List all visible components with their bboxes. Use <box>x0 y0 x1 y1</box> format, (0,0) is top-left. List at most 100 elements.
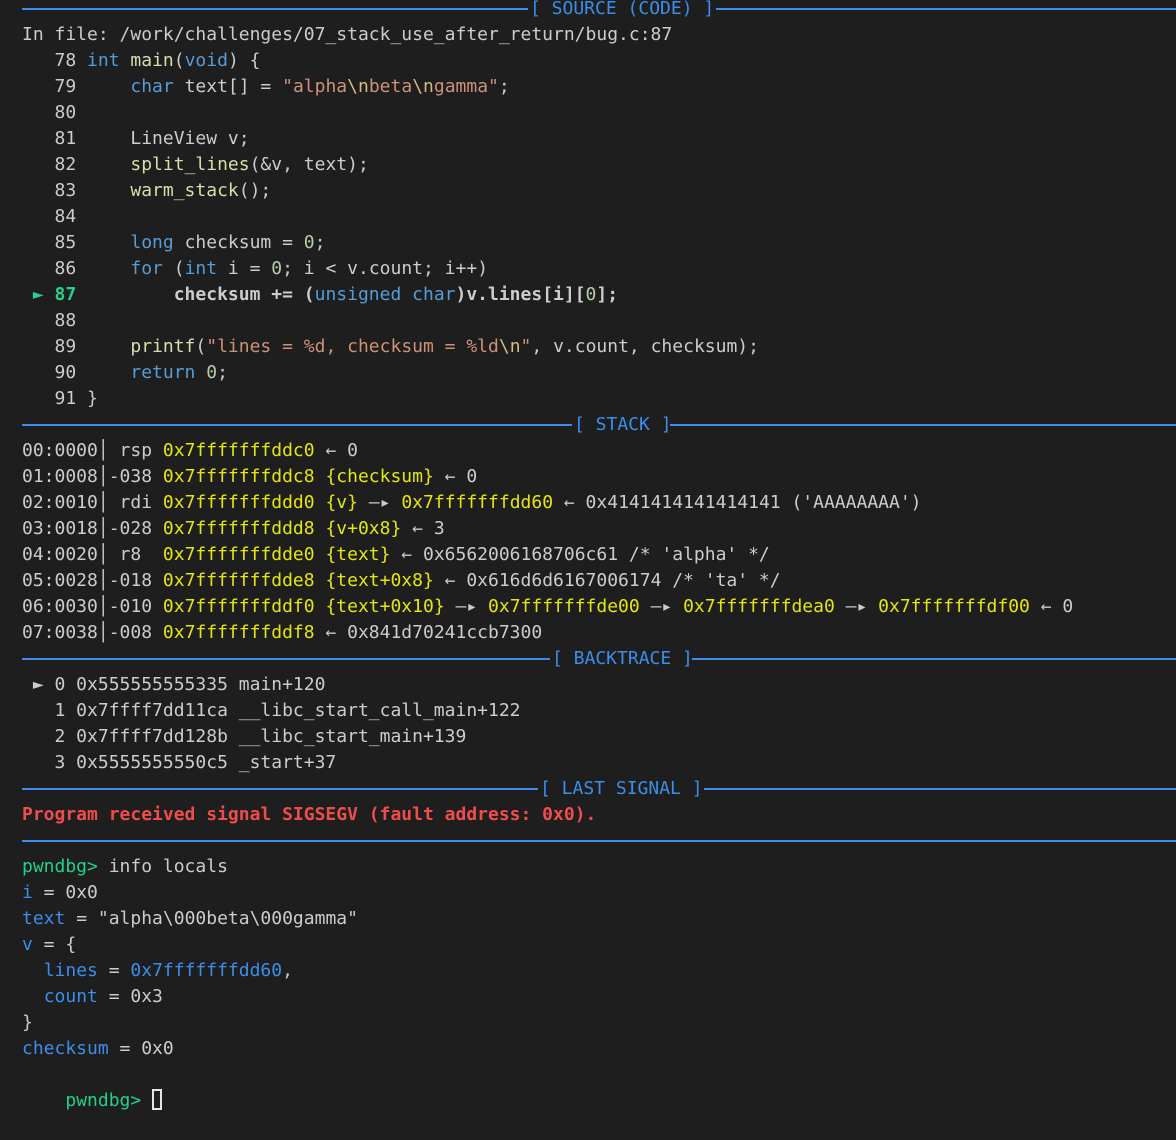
code-token: checksum = <box>173 232 304 253</box>
stack-token: ← 0 <box>314 440 358 461</box>
code-token: int <box>184 258 218 279</box>
stack-token: —▸ <box>357 492 402 513</box>
console-token: } <box>22 1012 33 1033</box>
code-token: long <box>130 232 174 253</box>
code-token: , v.count, checksum); <box>531 336 759 357</box>
code-token: ► 87 <box>22 284 174 305</box>
backtrace-section-title: [ BACKTRACE ] <box>552 648 693 669</box>
source-line: 85 long checksum = 0; <box>22 230 326 256</box>
signal-message: Program received signal SIGSEGV (fault a… <box>22 804 597 825</box>
code-token: int <box>87 50 120 71</box>
separator-rule-right <box>692 658 1176 660</box>
stack-entry: 03:0018│-028 0x7fffffffddd8 {v+0x8} ← 3 <box>22 516 445 542</box>
code-token: for <box>130 258 163 279</box>
command-prompt-line[interactable]: pwndbg> <box>22 1062 163 1111</box>
code-token: ; i < v.count; i++) <box>282 258 489 279</box>
stack-token: 0x7fffffffdde0 {text} <box>162 544 391 565</box>
console-token: = { <box>32 934 77 955</box>
code-token: 85 <box>22 232 131 253</box>
stack-token: —▸ <box>834 596 879 617</box>
code-token: \n <box>498 336 521 357</box>
source-section-header: [ SOURCE (CODE) ] <box>0 0 1176 22</box>
separator-rule-left <box>22 788 538 790</box>
stack-token: ← 0 <box>433 466 478 487</box>
source-line: 83 warm_stack(); <box>22 178 272 204</box>
console-line: v = { <box>22 932 76 958</box>
code-token: char <box>130 76 174 97</box>
stack-token: 0x7fffffffddd0 {v} <box>162 492 358 513</box>
source-line: 78 int main(void) { <box>22 48 261 74</box>
backtrace-frame: 2 0x7ffff7dd128b __libc_start_main+139 <box>22 726 467 747</box>
stack-entry: 06:0030│-010 0x7fffffffddf0 {text+0x10} … <box>22 594 1073 620</box>
console-token: pwndbg> <box>22 856 98 877</box>
stack-token: ← 0 <box>1029 596 1074 617</box>
stack-entry: 02:0010│ rdi 0x7fffffffddd0 {v} —▸ 0x7ff… <box>22 490 922 516</box>
stack-token: 0x7fffffffdf00 <box>878 596 1030 617</box>
separator-rule-right <box>716 8 1176 10</box>
code-token: 81 LineView v; <box>22 128 250 149</box>
stack-token: 0x7fffffffddd8 {v+0x8} <box>162 518 402 539</box>
code-token: ( <box>173 50 185 71</box>
context-end-rule <box>0 828 1176 854</box>
terminal-window[interactable]: [ SOURCE (CODE) ] In file: /work/challen… <box>0 0 1176 1112</box>
stack-token: 0x7fffffffde00 <box>488 596 640 617</box>
stack-token: 03:0018│-028 <box>22 518 163 539</box>
stack-token: 05:0028│-018 <box>22 570 163 591</box>
stack-token: 0x7fffffffdde8 {text+0x8} <box>162 570 434 591</box>
source-line: 82 split_lines(&v, text); <box>22 152 369 178</box>
stack-token: 0x7fffffffddf8 <box>162 622 315 643</box>
stack-section-header: [ STACK ] <box>0 412 1176 438</box>
code-token: unsigned char <box>314 284 456 305</box>
console-token: = <box>97 960 131 981</box>
stack-entry: 07:0038│-008 0x7fffffffddf8 ← 0x841d7024… <box>22 620 542 646</box>
console-line: lines = 0x7fffffffdd60, <box>22 958 293 984</box>
console-token: = 0x0 <box>108 1038 174 1059</box>
backtrace-frame: ► 0 0x555555555335 main+120 <box>22 674 326 695</box>
backtrace-frame: 1 0x7ffff7dd11ca __libc_start_call_main+… <box>22 700 521 721</box>
code-token: checksum += ( <box>173 284 315 305</box>
stack-token: —▸ <box>444 596 489 617</box>
code-token: i = <box>217 258 272 279</box>
code-token: "lines = %d, checksum = %ld <box>206 336 499 357</box>
code-token: ) { <box>227 50 261 71</box>
last-signal-section-header: [ LAST SIGNAL ] <box>0 776 1176 802</box>
stack-token: 0x7fffffffdd60 <box>401 492 554 513</box>
backtrace-section-header: [ BACKTRACE ] <box>0 646 1176 672</box>
separator-rule-right <box>704 788 1176 790</box>
console-token: text <box>22 908 66 929</box>
code-token: beta <box>368 76 413 97</box>
stack-token: 07:0038│-008 <box>22 622 163 643</box>
console-line: text = "alpha\000beta\000gamma" <box>22 906 358 932</box>
console-line: i = 0x0 <box>22 880 98 906</box>
stack-entry: 01:0008│-038 0x7fffffffddc8 {checksum} ←… <box>22 464 477 490</box>
console-line: checksum = 0x0 <box>22 1036 174 1062</box>
code-token: text[] = <box>173 76 283 97</box>
source-line: 80 <box>22 100 77 126</box>
console-token: checksum <box>22 1038 109 1059</box>
console-token: v <box>22 934 33 955</box>
stack-token: ← 0x616d6d6167006174 /* 'ta' */ <box>433 570 781 591</box>
stack-entry: 04:0020│ r8 0x7fffffffdde0 {text} ← 0x65… <box>22 542 770 568</box>
separator-rule-left <box>22 424 572 426</box>
source-line: 89 printf("lines = %d, checksum = %ld\n"… <box>22 334 759 360</box>
stack-section-title: [ STACK ] <box>574 414 672 435</box>
console-token: = 0x0 <box>32 882 98 903</box>
code-token: ; <box>498 76 510 97</box>
code-token: 91 } <box>22 388 98 409</box>
code-token: "alpha <box>282 76 348 97</box>
code-token: ; <box>217 362 228 383</box>
stack-token: 04:0020│ r8 <box>22 544 163 565</box>
code-token: (); <box>238 180 272 201</box>
console-token: count <box>43 986 98 1007</box>
source-line: 81 LineView v; <box>22 126 250 152</box>
console-token: = 0x3 <box>97 986 163 1007</box>
code-token: return <box>130 362 196 383</box>
stack-token: ← 0x6562006168706c61 /* 'alpha' */ <box>390 544 770 565</box>
separator-rule <box>22 840 1176 842</box>
source-file-path: In file: /work/challenges/07_stack_use_a… <box>22 24 673 45</box>
console-line: } <box>22 1010 33 1036</box>
console-token <box>22 986 44 1007</box>
source-line: 90 return 0; <box>22 360 228 386</box>
separator-rule-left <box>22 658 550 660</box>
